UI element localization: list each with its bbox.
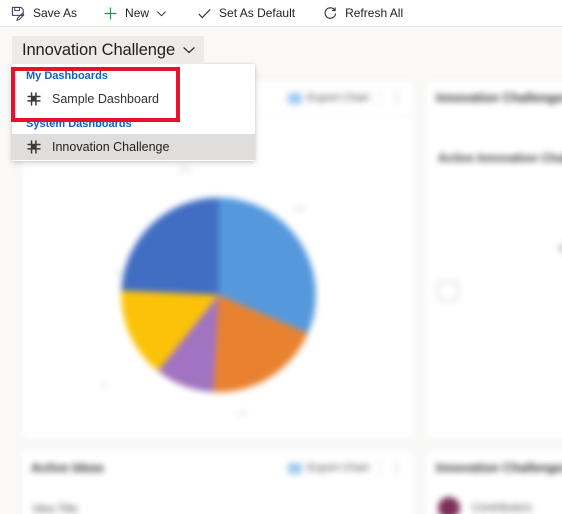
- dashboard-selector-current: Innovation Challenge: [22, 41, 176, 59]
- group-header-my-dashboards: My Dashboards: [26, 70, 108, 82]
- dashboard-icon: [26, 139, 42, 155]
- header-divider: [379, 89, 380, 107]
- card-header: Active Ideas Export Chart ⋮: [21, 451, 414, 485]
- card-row-label-1: Idea Title: [33, 503, 78, 514]
- dashboard-page: Ideas by Status Export Chart ⋮ Innovatio…: [0, 0, 562, 514]
- card-innovation-challenges-top[interactable]: Innovation Challenges Active Innovation …: [425, 80, 562, 440]
- card-row-4: Status: [438, 281, 562, 301]
- refresh-all-button[interactable]: Refresh All: [319, 1, 411, 26]
- new-button[interactable]: New: [99, 1, 177, 26]
- plus-icon: [101, 5, 120, 21]
- pie-label-3: ●: [312, 310, 317, 320]
- dashboard-selector-flyout: My Dashboards Sample Dashboard System Da…: [12, 64, 255, 161]
- flyout-item-label: Innovation Challenge: [52, 140, 170, 154]
- save-as-icon: [9, 5, 28, 21]
- avatar: [438, 497, 460, 514]
- command-bar: Save As New Set As Default Refresh All: [0, 0, 562, 27]
- card-innovation-challenges-bottom[interactable]: Innovation Challenges Contributors: [425, 450, 562, 514]
- chevron-down-icon[interactable]: [182, 43, 196, 57]
- flyout-item-label: Sample Dashboard: [52, 92, 160, 106]
- card-body: Active Innovation Challenges Challenge N…: [438, 129, 562, 379]
- card-row-label-2: Challenge Name: [438, 199, 562, 211]
- new-label: New: [125, 6, 150, 20]
- card-row-label-1: Active Innovation Challenges: [438, 151, 562, 165]
- export-chart-icon: [288, 462, 303, 474]
- card-header: Innovation Challenges: [426, 81, 562, 115]
- pie-label-6: ●●: [236, 407, 247, 417]
- card-header-actions: Export Chart ⋮: [288, 89, 404, 107]
- refresh-icon: [321, 5, 340, 21]
- flyout-item-sample-dashboard[interactable]: Sample Dashboard: [12, 86, 255, 112]
- pie-label-4: ●: [115, 267, 120, 277]
- export-chart-label: Export Chart: [307, 92, 369, 104]
- group-header-system-dashboards: System Dashboards: [26, 118, 132, 130]
- card-title: Innovation Challenges: [436, 461, 562, 475]
- flyout-item-innovation-challenge[interactable]: Innovation Challenge: [12, 134, 255, 160]
- chevron-down-icon[interactable]: [153, 5, 169, 21]
- dashboard-icon: [26, 91, 42, 107]
- pie-chart: ●● ●● ● ● ● ●●: [21, 151, 414, 439]
- card-row-label-1: Contributors: [472, 502, 532, 514]
- save-as-label: Save As: [33, 6, 78, 20]
- pie-label-5: ●: [102, 380, 107, 390]
- pie-slice-in-progress: [121, 197, 219, 295]
- pie-chart-svg: ●● ●● ● ● ● ●●: [102, 164, 317, 417]
- card-overflow-menu-icon[interactable]: ⋮: [390, 460, 404, 476]
- placeholder-thumbnail-icon: [438, 281, 458, 301]
- set-as-default-label: Set As Default: [219, 6, 296, 20]
- card-active-ideas[interactable]: Active Ideas Export Chart ⋮ Idea Title: [20, 450, 415, 514]
- card-title: Innovation Challenges: [436, 91, 562, 105]
- refresh-all-label: Refresh All: [345, 6, 404, 20]
- pie-label-2: ●●: [294, 203, 305, 213]
- header-divider: [379, 459, 380, 477]
- export-chart-button[interactable]: Export Chart: [288, 462, 369, 474]
- dashboard-selector-button[interactable]: Innovation Challenge: [12, 36, 205, 64]
- card-title: Active Ideas: [31, 461, 104, 475]
- pie-label-1: ●●: [180, 164, 191, 174]
- card-overflow-menu-icon[interactable]: ⋮: [390, 90, 404, 106]
- export-chart-label: Export Chart: [307, 462, 369, 474]
- set-as-default-button[interactable]: Set As Default: [193, 1, 303, 26]
- export-chart-icon: [288, 92, 303, 104]
- card-row-label-3: Submission Deadline: [438, 243, 562, 255]
- export-chart-button[interactable]: Export Chart: [288, 92, 369, 104]
- checkmark-icon: [195, 5, 214, 21]
- save-as-button[interactable]: Save As: [7, 1, 85, 26]
- card-header-actions: Export Chart ⋮: [288, 459, 404, 477]
- card-row-1: Contributors: [438, 497, 532, 514]
- card-header: Innovation Challenges: [426, 451, 562, 485]
